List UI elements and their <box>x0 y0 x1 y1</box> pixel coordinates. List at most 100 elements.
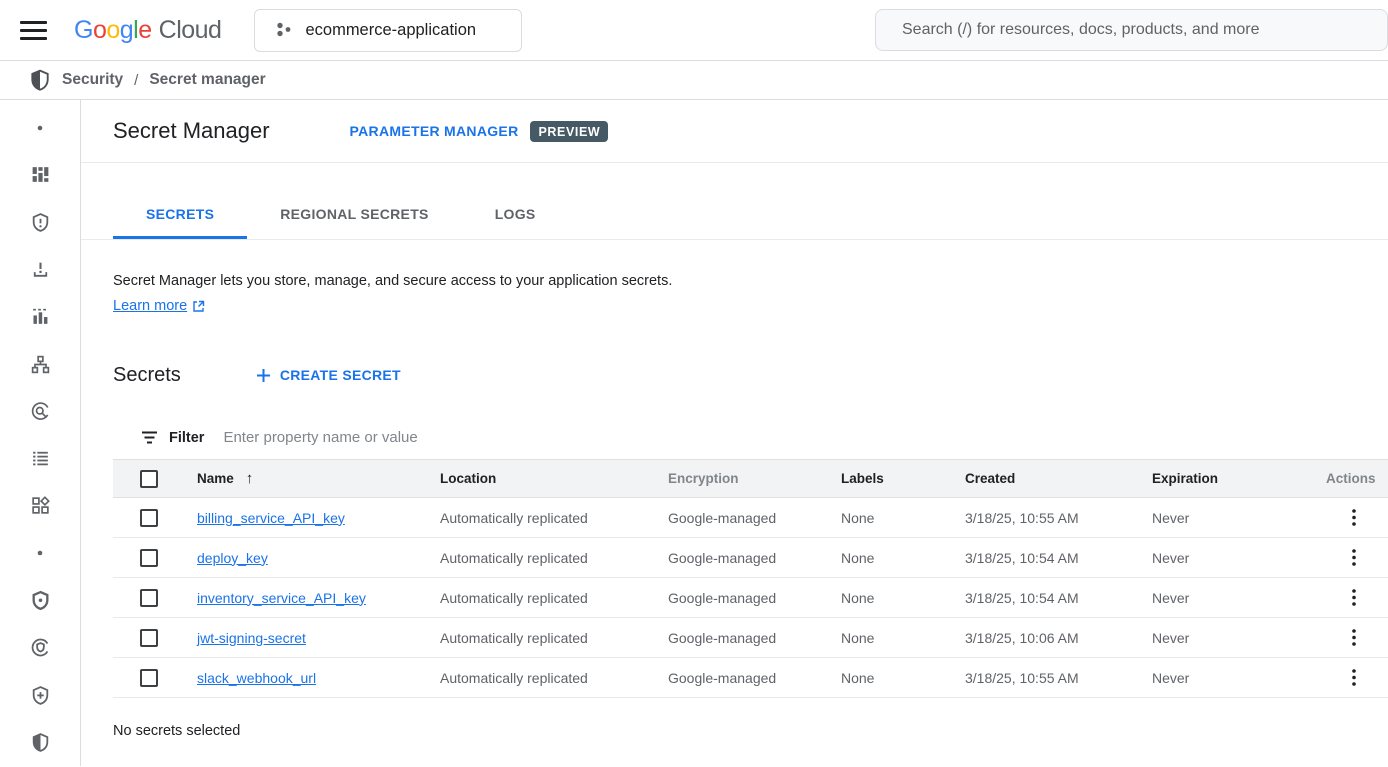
row-checkbox[interactable] <box>140 589 158 607</box>
preview-badge: PREVIEW <box>530 121 608 142</box>
logo-letter: e <box>138 16 151 45</box>
page-title: Secret Manager <box>113 118 270 144</box>
logo-letter: G <box>74 16 93 45</box>
column-header-name[interactable]: Name ↑ <box>197 470 253 487</box>
row-actions-menu-icon[interactable] <box>1346 507 1362 528</box>
breadcrumb-separator: / <box>134 72 138 89</box>
cell-created: 3/18/25, 10:55 AM <box>965 658 1152 698</box>
cell-expiration: Never <box>1152 658 1326 698</box>
global-search <box>875 9 1388 51</box>
cell-labels: None <box>841 618 965 658</box>
row-actions-menu-icon[interactable] <box>1346 547 1362 568</box>
row-checkbox[interactable] <box>140 629 158 647</box>
search-detections-icon[interactable] <box>16 388 64 435</box>
tab-regional-secrets[interactable]: REGIONAL SECRETS <box>247 191 461 239</box>
secret-link[interactable]: slack_webhook_url <box>197 670 316 686</box>
cell-created: 3/18/25, 10:06 AM <box>965 618 1152 658</box>
select-all-checkbox[interactable] <box>140 470 158 488</box>
cell-location: Automatically replicated <box>440 538 668 578</box>
column-header-labels: Labels <box>841 460 965 498</box>
secret-link[interactable]: jwt-signing-secret <box>197 630 306 646</box>
logo-cloud-text: Cloud <box>159 16 222 45</box>
cell-expiration: Never <box>1152 538 1326 578</box>
table-row: jwt-signing-secret Automatically replica… <box>113 618 1388 658</box>
row-checkbox[interactable] <box>140 509 158 527</box>
secret-link[interactable]: deploy_key <box>197 550 268 566</box>
create-secret-label: CREATE SECRET <box>280 367 401 383</box>
row-checkbox[interactable] <box>140 669 158 687</box>
top-app-bar: G o o g l e Cloud ecommerce-application <box>0 0 1388 60</box>
cell-created: 3/18/25, 10:54 AM <box>965 538 1152 578</box>
project-selector-button[interactable]: ecommerce-application <box>254 9 522 52</box>
assets-network-icon[interactable] <box>16 340 64 387</box>
column-header-encryption: Encryption <box>668 460 841 498</box>
google-cloud-logo[interactable]: G o o g l e Cloud <box>74 16 221 45</box>
learn-more-link[interactable]: Learn more <box>113 298 205 314</box>
search-input[interactable] <box>876 21 1387 39</box>
row-actions-menu-icon[interactable] <box>1346 587 1362 608</box>
menu-icon[interactable] <box>20 21 47 40</box>
project-icon <box>275 21 293 39</box>
row-actions-menu-icon[interactable] <box>1346 667 1362 688</box>
integrations-grid-icon[interactable] <box>16 482 64 529</box>
secrets-table: Name ↑ Location Encryption Labels Create… <box>113 459 1388 698</box>
cell-labels: None <box>841 538 965 578</box>
posture-chart-icon[interactable] <box>16 293 64 340</box>
table-row: slack_webhook_url Automatically replicat… <box>113 658 1388 698</box>
name-header-label: Name <box>197 471 234 486</box>
security-shield-half-icon[interactable] <box>16 719 64 766</box>
page-description: Secret Manager lets you store, manage, a… <box>113 273 1388 289</box>
secret-link[interactable]: billing_service_API_key <box>197 510 345 526</box>
cell-expiration: Never <box>1152 498 1326 538</box>
tab-bar: SECRETS REGIONAL SECRETS LOGS <box>81 191 1388 240</box>
breadcrumb: Security / Secret manager <box>0 60 1388 100</box>
overview-mosaic-icon[interactable] <box>16 151 64 198</box>
create-secret-button[interactable]: CREATE SECRET <box>252 361 405 389</box>
table-row: billing_service_API_key Automatically re… <box>113 498 1388 538</box>
compliance-circle-shield-icon[interactable] <box>16 624 64 671</box>
table-row: deploy_key Automatically replicated Goog… <box>113 538 1388 578</box>
sources-list-icon[interactable] <box>16 435 64 482</box>
secret-manager-page: Secret Manager PARAMETER MANAGER PREVIEW… <box>81 100 1388 766</box>
cell-location: Automatically replicated <box>440 498 668 538</box>
secret-link[interactable]: inventory_service_API_key <box>197 590 366 606</box>
table-header-row: Name ↑ Location Encryption Labels Create… <box>113 460 1388 498</box>
cell-encryption: Google-managed <box>668 538 841 578</box>
row-checkbox[interactable] <box>140 549 158 567</box>
cell-encryption: Google-managed <box>668 498 841 538</box>
cell-created: 3/18/25, 10:54 AM <box>965 578 1152 618</box>
cell-labels: None <box>841 658 965 698</box>
logo-letter: g <box>120 16 133 45</box>
shield-alert-icon[interactable] <box>16 199 64 246</box>
cell-encryption: Google-managed <box>668 578 841 618</box>
filter-input[interactable] <box>221 428 1388 447</box>
cell-created: 3/18/25, 10:55 AM <box>965 498 1152 538</box>
column-header-actions: Actions <box>1326 460 1388 498</box>
security-nav-sidebar <box>0 100 81 766</box>
column-header-location: Location <box>440 460 668 498</box>
breadcrumb-security[interactable]: Security <box>62 71 123 89</box>
row-actions-menu-icon[interactable] <box>1346 627 1362 648</box>
filter-bar[interactable]: Filter <box>113 416 1388 459</box>
shield-plus-icon[interactable] <box>16 671 64 718</box>
breadcrumb-secret-manager: Secret manager <box>149 71 265 89</box>
cell-labels: None <box>841 498 965 538</box>
secrets-table-card: Filter Name ↑ <box>113 416 1388 698</box>
cell-encryption: Google-managed <box>668 658 841 698</box>
logo-letter: o <box>93 16 106 45</box>
security-shield-icon <box>29 68 51 92</box>
project-name: ecommerce-application <box>305 21 476 40</box>
plus-icon <box>256 368 271 383</box>
parameter-manager-link[interactable]: PARAMETER MANAGER <box>350 123 519 139</box>
cell-location: Automatically replicated <box>440 658 668 698</box>
tab-secrets[interactable]: SECRETS <box>113 191 247 239</box>
secrets-heading: Secrets <box>113 364 181 387</box>
tab-logs[interactable]: LOGS <box>462 191 569 239</box>
findings-tray-icon[interactable] <box>16 246 64 293</box>
cell-expiration: Never <box>1152 618 1326 658</box>
table-row: inventory_service_API_key Automatically … <box>113 578 1388 618</box>
cell-location: Automatically replicated <box>440 618 668 658</box>
selection-status-text: No secrets selected <box>113 723 1388 739</box>
external-link-icon <box>192 300 205 313</box>
shield-filled-dot-icon[interactable] <box>16 577 64 624</box>
